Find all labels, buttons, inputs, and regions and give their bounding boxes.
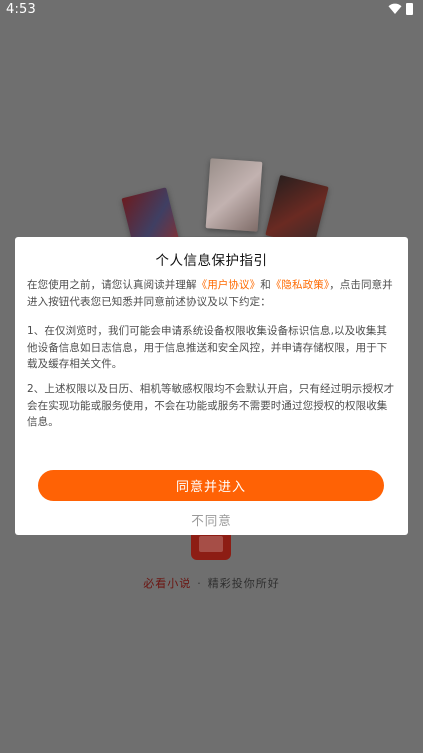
privacy-dialog: 个人信息保护指引 在您使用之前，请您认真阅读并理解《用户协议》和《隐私政策》，点…	[15, 237, 408, 535]
user-agreement-link[interactable]: 《用户协议》	[197, 279, 261, 291]
splash-books-illustration	[120, 150, 340, 257]
dialog-title: 个人信息保护指引	[155, 253, 268, 269]
intro-prefix: 在您使用之前，请您认真阅读并理解	[27, 279, 197, 291]
intro-and: 和	[260, 279, 271, 291]
slogan-separator: ·	[197, 577, 202, 590]
book-cover-center	[205, 158, 263, 232]
status-bar: 4:53	[0, 0, 423, 20]
slogan-tagline: 精彩投你所好	[207, 577, 280, 590]
dialog-clause-1: 1、在仅浏览时，我们可能会申请系统设备权限收集设备标识信息,以及收集其他设备信息…	[27, 325, 388, 370]
battery-icon	[406, 3, 413, 15]
slogan-brand: 必看小说	[143, 577, 192, 590]
status-icons	[388, 3, 413, 15]
disagree-button[interactable]: 不同意	[15, 510, 408, 529]
privacy-policy-link[interactable]: 《隐私政策》	[271, 279, 329, 291]
wifi-icon	[388, 3, 402, 14]
splash-slogan: 必看小说 · 精彩投你所好	[0, 575, 423, 591]
dialog-clause-2: 2、上述权限以及日历、相机等敏感权限均不会默认开启，只有经过明示授权才会在实现功…	[27, 383, 395, 428]
app-logo-glyph	[199, 536, 223, 552]
dialog-intro-paragraph: 在您使用之前，请您认真阅读并理解《用户协议》和《隐私政策》，点击同意并进入按钮代…	[27, 277, 397, 310]
status-time: 4:53	[6, 2, 36, 17]
agree-button[interactable]: 同意并进入	[38, 470, 384, 501]
